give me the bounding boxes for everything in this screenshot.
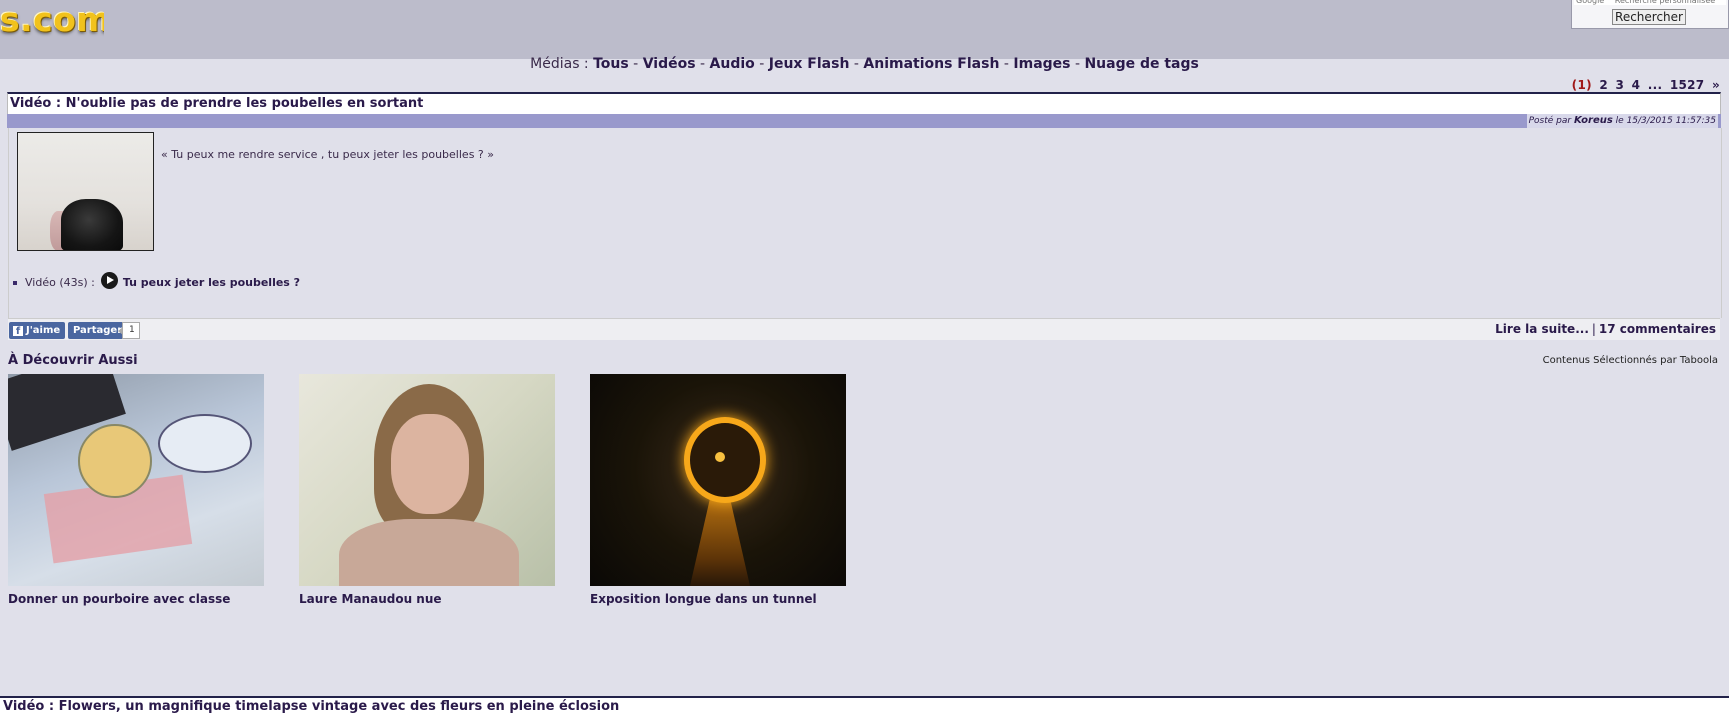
page-next-link[interactable]: » (1712, 78, 1720, 92)
site-logo[interactable]: s.com (0, 0, 104, 44)
search-input[interactable] (1574, 0, 1726, 5)
discover-caption[interactable]: Exposition longue dans un tunnel (590, 592, 846, 606)
play-icon[interactable] (100, 272, 118, 289)
site-header: s.com Rechercher (0, 0, 1729, 59)
image-detail (391, 414, 469, 514)
nav-separator: - (633, 56, 639, 72)
image-detail (715, 452, 725, 462)
discover-title: À Découvrir Aussi (8, 353, 138, 368)
nav-link-audio[interactable]: Audio (710, 56, 755, 72)
next-article-header: Vidéo : Flowers, un magnifique timelapse… (0, 696, 1729, 717)
discover-caption[interactable]: Laure Manaudou nue (299, 592, 555, 606)
post-date: le 15/3/2015 11:57:35 (1615, 116, 1716, 126)
comments-link[interactable]: 17 commentaires (1599, 322, 1716, 336)
nav-separator: - (700, 56, 706, 72)
page-link-3[interactable]: 3 (1616, 78, 1625, 92)
search-button[interactable]: Rechercher (1612, 9, 1686, 25)
discover-card[interactable]: Laure Manaudou nue (299, 374, 555, 606)
discover-image[interactable] (8, 374, 264, 586)
nav-separator: - (853, 56, 859, 72)
discover-caption[interactable]: Donner un pourboire avec classe (8, 592, 264, 606)
posted-bar: Posté par Koreus le 15/3/2015 11:57:35 (7, 114, 1721, 128)
author-link[interactable]: Koreus (1574, 115, 1613, 126)
page-current: (1) (1571, 78, 1592, 92)
discover-image[interactable] (299, 374, 555, 586)
search-box: Rechercher (1571, 0, 1729, 29)
page-ellipsis: ... (1647, 78, 1663, 92)
read-more-area: Lire la suite... | 17 commentaires (1495, 322, 1716, 336)
bullet-icon (13, 280, 17, 285)
video-thumbnail[interactable] (17, 132, 154, 251)
facebook-icon: f (13, 326, 23, 337)
media-nav: Médias : Tous - Vidéos - Audio - Jeux Fl… (0, 56, 1729, 72)
posted-info: Posté par Koreus le 15/3/2015 11:57:35 (1526, 114, 1718, 128)
video-line: Vidéo (43s) : Tu peux jeter les poubelle… (13, 272, 300, 291)
like-label: J'aime (26, 325, 61, 336)
nav-separator: - (1003, 56, 1009, 72)
image-detail (78, 424, 152, 498)
facebook-like-button[interactable]: f J'aime (9, 322, 66, 339)
article-quote: « Tu peux me rendre service , tu peux je… (161, 148, 494, 161)
image-detail (684, 417, 766, 503)
image-detail (158, 414, 252, 473)
page-link-last[interactable]: 1527 (1670, 78, 1705, 92)
discover-image[interactable] (590, 374, 846, 586)
nav-link-animations-flash[interactable]: Animations Flash (863, 56, 999, 72)
nav-link-videos[interactable]: Vidéos (643, 56, 696, 72)
article-header: Vidéo : N'oublie pas de prendre les poub… (7, 92, 1721, 114)
nav-link-nuage-de-tags[interactable]: Nuage de tags (1084, 56, 1198, 72)
taboola-credit[interactable]: Contenus Sélectionnés par Taboola (1543, 355, 1718, 366)
thumbnail-trash-bag (61, 199, 123, 250)
page-link-2[interactable]: 2 (1599, 78, 1608, 92)
image-detail (339, 519, 519, 586)
nav-separator: - (759, 56, 765, 72)
article-title[interactable]: Vidéo : N'oublie pas de prendre les poub… (10, 96, 423, 111)
pagination: (1) 2 3 4 ... 1527 » (1569, 78, 1720, 92)
nav-link-images[interactable]: Images (1013, 56, 1070, 72)
read-more-link[interactable]: Lire la suite... (1495, 322, 1589, 336)
discover-card[interactable]: Exposition longue dans un tunnel (590, 374, 846, 606)
video-label: Vidéo (43s) : (25, 276, 95, 289)
share-count: 1 (118, 322, 140, 339)
posted-by-label: Posté par (1528, 116, 1572, 126)
image-detail (690, 494, 750, 586)
nav-link-tous[interactable]: Tous (593, 56, 629, 72)
nav-separator: - (1074, 56, 1080, 72)
divider: | (1591, 322, 1596, 336)
article-body: « Tu peux me rendre service , tu peux je… (8, 128, 1722, 318)
share-bar: f J'aime Partager 1 Lire la suite... | 17 c… (8, 318, 1720, 340)
nav-link-jeux-flash[interactable]: Jeux Flash (769, 56, 850, 72)
media-nav-prefix: Médias : (530, 56, 589, 72)
page-link-4[interactable]: 4 (1632, 78, 1641, 92)
video-link[interactable]: Tu peux jeter les poubelles ? (123, 276, 300, 289)
discover-card[interactable]: Donner un pourboire avec classe (8, 374, 264, 606)
next-article-title[interactable]: Vidéo : Flowers, un magnifique timelapse… (3, 699, 619, 714)
